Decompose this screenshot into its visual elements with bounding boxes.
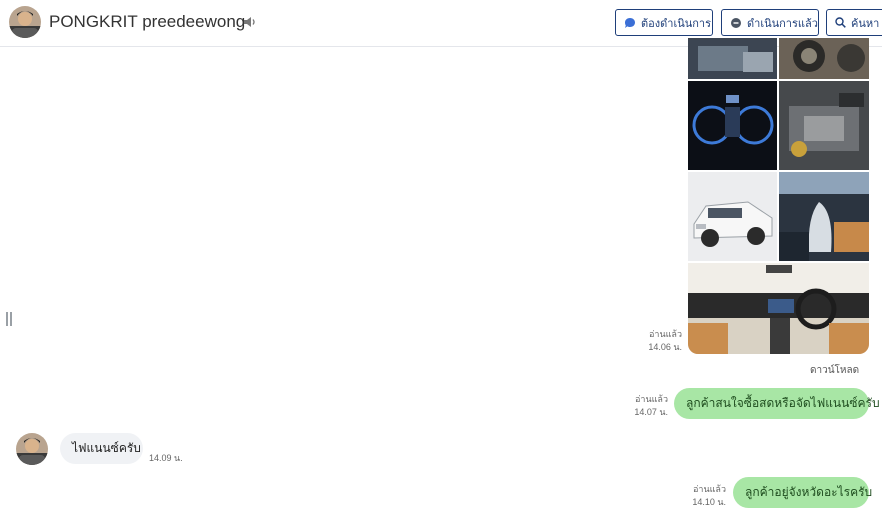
gallery-photo[interactable] <box>688 263 869 354</box>
contact-avatar[interactable] <box>9 6 41 38</box>
contact-name: PONGKRIT preedeewong <box>49 12 246 31</box>
read-label: อ่านแล้ว <box>649 329 682 339</box>
outgoing-message-bubble[interactable]: ลูกค้าสนใจซื้อสดหรือจัดไฟแนนซ์ครับ <box>674 388 880 419</box>
gallery-photo[interactable] <box>779 38 869 79</box>
timestamp: 14.06 น. <box>648 342 682 352</box>
gallery-photo[interactable] <box>688 38 777 79</box>
message-text: ลูกค้าอยู่จังหวัดอะไรครับ <box>745 485 873 499</box>
gallery-photo[interactable] <box>688 81 777 170</box>
speaker-icon[interactable] <box>243 15 257 29</box>
outgoing-message-bubble[interactable]: ลูกค้าอยู่จังหวัดอะไรครับ <box>733 477 873 508</box>
done-filter-button[interactable]: ดำเนินการแล้ว <box>721 9 819 36</box>
gallery-photo[interactable] <box>688 172 777 261</box>
download-link[interactable]: ดาวน์โหลด <box>810 363 859 378</box>
message-timestamp: 14.09 น. <box>149 453 183 463</box>
gallery-read-status: อ่านแล้ว 14.06 น. <box>630 328 682 354</box>
magnifier-icon <box>835 17 846 28</box>
done-filter-label: ดำเนินการแล้ว <box>747 17 818 30</box>
chat-bubble-icon <box>731 17 741 28</box>
drag-handle-icon[interactable] <box>6 312 13 326</box>
image-gallery-message[interactable] <box>688 38 869 354</box>
timestamp: 14.07 น. <box>634 407 668 417</box>
timestamp: 14.10 น. <box>692 497 726 507</box>
read-label: อ่านแล้ว <box>635 394 668 404</box>
search-label: ค้นหา <box>851 17 880 30</box>
speech-bubble-icon <box>625 17 635 28</box>
message-text: ลูกค้าสนใจซื้อสดหรือจัดไฟแนนซ์ครับ <box>686 396 880 410</box>
todo-filter-label: ต้องดำเนินการ <box>641 17 711 30</box>
read-label: อ่านแล้ว <box>693 484 726 494</box>
sender-avatar[interactable] <box>16 433 48 465</box>
message-read-status: อ่านแล้ว 14.07 น. <box>620 393 668 419</box>
gallery-photo[interactable] <box>779 81 869 170</box>
gallery-photo[interactable] <box>779 172 869 261</box>
todo-filter-button[interactable]: ต้องดำเนินการ <box>615 9 713 36</box>
message-text: ไฟแนนซ์ครับ <box>72 441 141 455</box>
incoming-message-bubble[interactable]: ไฟแนนซ์ครับ <box>60 433 143 464</box>
search-button[interactable]: ค้นหา <box>826 9 882 36</box>
message-read-status: อ่านแล้ว 14.10 น. <box>678 483 726 509</box>
